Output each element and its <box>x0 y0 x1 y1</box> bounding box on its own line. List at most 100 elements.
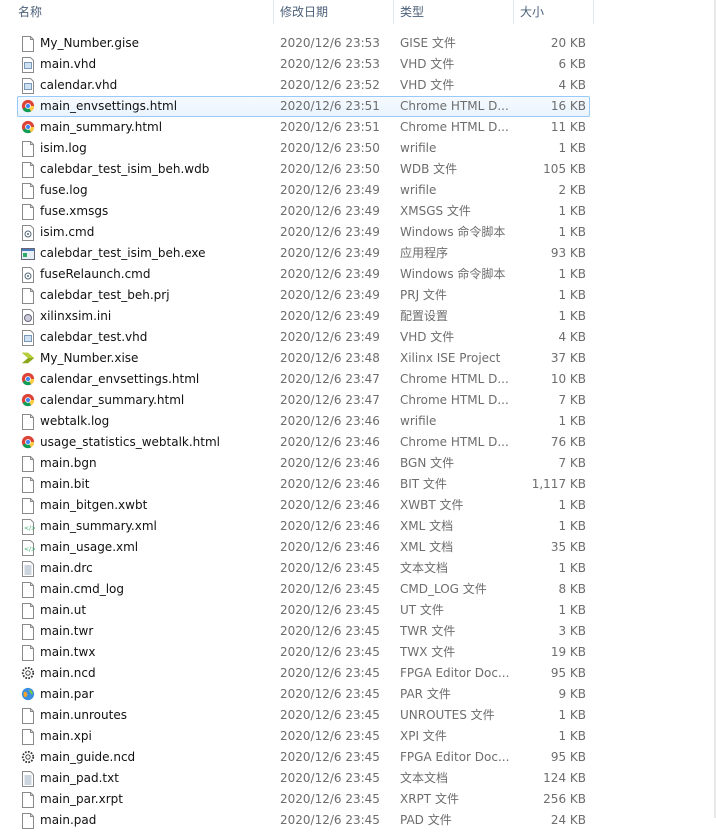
file-type: GISE 文件 <box>400 36 456 50</box>
file-size: 1 KB <box>558 414 586 428</box>
file-size: 1 KB <box>558 267 586 281</box>
file-row[interactable]: calendar_summary.html 2020/12/6 23:47 Ch… <box>17 390 590 411</box>
file-row[interactable]: calendar_envsettings.html 2020/12/6 23:4… <box>17 369 590 390</box>
file-row[interactable]: isim.cmd 2020/12/6 23:49 Windows 命令脚本 1 … <box>17 222 590 243</box>
file-type: XWBT 文件 <box>400 498 464 512</box>
file-name: calendar_summary.html <box>40 393 185 407</box>
file-row[interactable]: </> main_summary.xml 2020/12/6 23:46 XML… <box>17 516 590 537</box>
file-name: isim.log <box>40 141 87 155</box>
file-size: 1 KB <box>558 309 586 323</box>
file-type: PAR 文件 <box>400 687 451 701</box>
file-size: 6 KB <box>558 57 586 71</box>
file-row[interactable]: webtalk.log 2020/12/6 23:46 wrifile 1 KB <box>17 411 590 432</box>
file-size: 1 KB <box>558 498 586 512</box>
file-size: 2 KB <box>558 183 586 197</box>
file-date: 2020/12/6 23:49 <box>280 288 380 302</box>
file-size: 3 KB <box>558 624 586 638</box>
file-file-icon <box>21 183 35 199</box>
file-row[interactable]: main.unroutes 2020/12/6 23:45 UNROUTES 文… <box>17 705 590 726</box>
file-row[interactable]: </> main_usage.xml 2020/12/6 23:46 XML 文… <box>17 537 590 558</box>
file-name: webtalk.log <box>40 414 110 428</box>
file-date: 2020/12/6 23:50 <box>280 162 380 176</box>
file-name: main.ut <box>40 603 87 617</box>
column-header-type[interactable]: 类型 <box>394 0 514 24</box>
vhd-file-icon <box>21 57 35 73</box>
file-file-icon <box>21 582 35 598</box>
file-row[interactable]: calebdar_test.vhd 2020/12/6 23:49 VHD 文件… <box>17 327 590 348</box>
file-row[interactable]: main_guide.ncd 2020/12/6 23:45 FPGA Edit… <box>17 747 590 768</box>
file-row[interactable]: xilinxsim.ini 2020/12/6 23:49 配置设置 1 KB <box>17 306 590 327</box>
file-date: 2020/12/6 23:49 <box>280 183 380 197</box>
file-size: 1,117 KB <box>531 477 586 491</box>
file-row[interactable]: calebdar_test_isim_beh.exe 2020/12/6 23:… <box>17 243 590 264</box>
file-row[interactable]: main.drc 2020/12/6 23:45 文本文档 1 KB <box>17 558 590 579</box>
file-row[interactable]: My_Number.xise 2020/12/6 23:48 Xilinx IS… <box>17 348 590 369</box>
file-row[interactable]: calendar.vhd 2020/12/6 23:52 VHD 文件 4 KB <box>17 75 590 96</box>
chrome-file-icon <box>21 393 35 409</box>
file-name: calebdar_test_isim_beh.wdb <box>40 162 210 176</box>
file-row[interactable]: main.twr 2020/12/6 23:45 TWR 文件 3 KB <box>17 621 590 642</box>
file-row[interactable]: main.par 2020/12/6 23:45 PAR 文件 9 KB <box>17 684 590 705</box>
file-name: fuseRelaunch.cmd <box>40 267 151 281</box>
chrome-file-icon <box>21 372 35 388</box>
file-type: XMSGS 文件 <box>400 204 471 218</box>
file-file-icon <box>21 414 35 430</box>
file-date: 2020/12/6 23:45 <box>280 792 380 806</box>
file-name: main_summary.html <box>40 120 163 134</box>
column-header-size[interactable]: 大小 <box>514 0 594 24</box>
file-file-icon <box>21 204 35 220</box>
file-row[interactable]: main.ut 2020/12/6 23:45 UT 文件 1 KB <box>17 600 590 621</box>
file-type: WDB 文件 <box>400 162 458 176</box>
file-row[interactable]: main.bgn 2020/12/6 23:46 BGN 文件 7 KB <box>17 453 590 474</box>
file-name: main_usage.xml <box>40 540 139 554</box>
file-date: 2020/12/6 23:45 <box>280 624 380 638</box>
file-row[interactable]: main.xpi 2020/12/6 23:45 XPI 文件 1 KB <box>17 726 590 747</box>
file-size: 20 KB <box>550 36 586 50</box>
file-name: main.twr <box>40 624 94 638</box>
file-size: 93 KB <box>550 246 586 260</box>
file-date: 2020/12/6 23:46 <box>280 498 380 512</box>
file-row[interactable]: main.twx 2020/12/6 23:45 TWX 文件 19 KB <box>17 642 590 663</box>
file-type: 文本文档 <box>400 561 449 575</box>
file-name: main.unroutes <box>40 708 127 722</box>
file-row[interactable]: calebdar_test_isim_beh.wdb 2020/12/6 23:… <box>17 159 590 180</box>
file-date: 2020/12/6 23:46 <box>280 435 380 449</box>
file-type: 配置设置 <box>400 309 449 323</box>
file-row[interactable]: main_summary.html 2020/12/6 23:51 Chrome… <box>17 117 590 138</box>
file-type: FPGA Editor Doc... <box>400 666 510 680</box>
file-date: 2020/12/6 23:46 <box>280 456 380 470</box>
file-row[interactable]: main_par.xrpt 2020/12/6 23:45 XRPT 文件 25… <box>17 789 590 810</box>
file-row[interactable]: main.cmd_log 2020/12/6 23:45 CMD_LOG 文件 … <box>17 579 590 600</box>
file-row[interactable]: calebdar_test_beh.prj 2020/12/6 23:49 PR… <box>17 285 590 306</box>
file-date: 2020/12/6 23:46 <box>280 540 380 554</box>
file-row[interactable]: main.pad 2020/12/6 23:45 PAD 文件 24 KB <box>17 810 590 831</box>
file-type: UNROUTES 文件 <box>400 708 495 722</box>
file-row[interactable]: fuseRelaunch.cmd 2020/12/6 23:49 Windows… <box>17 264 590 285</box>
file-row[interactable]: My_Number.gise 2020/12/6 23:53 GISE 文件 2… <box>17 33 590 54</box>
file-type: VHD 文件 <box>400 78 455 92</box>
column-header-date[interactable]: 修改日期 <box>274 0 394 24</box>
file-size: 9 KB <box>558 687 586 701</box>
file-row[interactable]: fuse.log 2020/12/6 23:49 wrifile 2 KB <box>17 180 590 201</box>
file-type: wrifile <box>400 141 437 155</box>
column-header-name[interactable]: 名称 <box>0 0 274 24</box>
file-type: XML 文档 <box>400 540 454 554</box>
file-type: Chrome HTML D... <box>400 435 509 449</box>
file-type: UT 文件 <box>400 603 444 617</box>
file-row[interactable]: main_pad.txt 2020/12/6 23:45 文本文档 124 KB <box>17 768 590 789</box>
file-row[interactable]: main_envsettings.html 2020/12/6 23:51 Ch… <box>17 96 590 117</box>
file-name: fuse.log <box>40 183 88 197</box>
xml-file-icon: </> <box>21 519 36 535</box>
file-file-icon <box>21 624 35 640</box>
file-row[interactable]: main.bit 2020/12/6 23:46 BIT 文件 1,117 KB <box>17 474 590 495</box>
file-name: main.xpi <box>40 729 92 743</box>
file-size: 1 KB <box>558 288 586 302</box>
file-row[interactable]: isim.log 2020/12/6 23:50 wrifile 1 KB <box>17 138 590 159</box>
file-row[interactable]: main.ncd 2020/12/6 23:45 FPGA Editor Doc… <box>17 663 590 684</box>
file-type: XRPT 文件 <box>400 792 459 806</box>
file-size: 1 KB <box>558 204 586 218</box>
file-row[interactable]: main_bitgen.xwbt 2020/12/6 23:46 XWBT 文件… <box>17 495 590 516</box>
file-row[interactable]: fuse.xmsgs 2020/12/6 23:49 XMSGS 文件 1 KB <box>17 201 590 222</box>
file-row[interactable]: main.vhd 2020/12/6 23:53 VHD 文件 6 KB <box>17 54 590 75</box>
file-row[interactable]: usage_statistics_webtalk.html 2020/12/6 … <box>17 432 590 453</box>
